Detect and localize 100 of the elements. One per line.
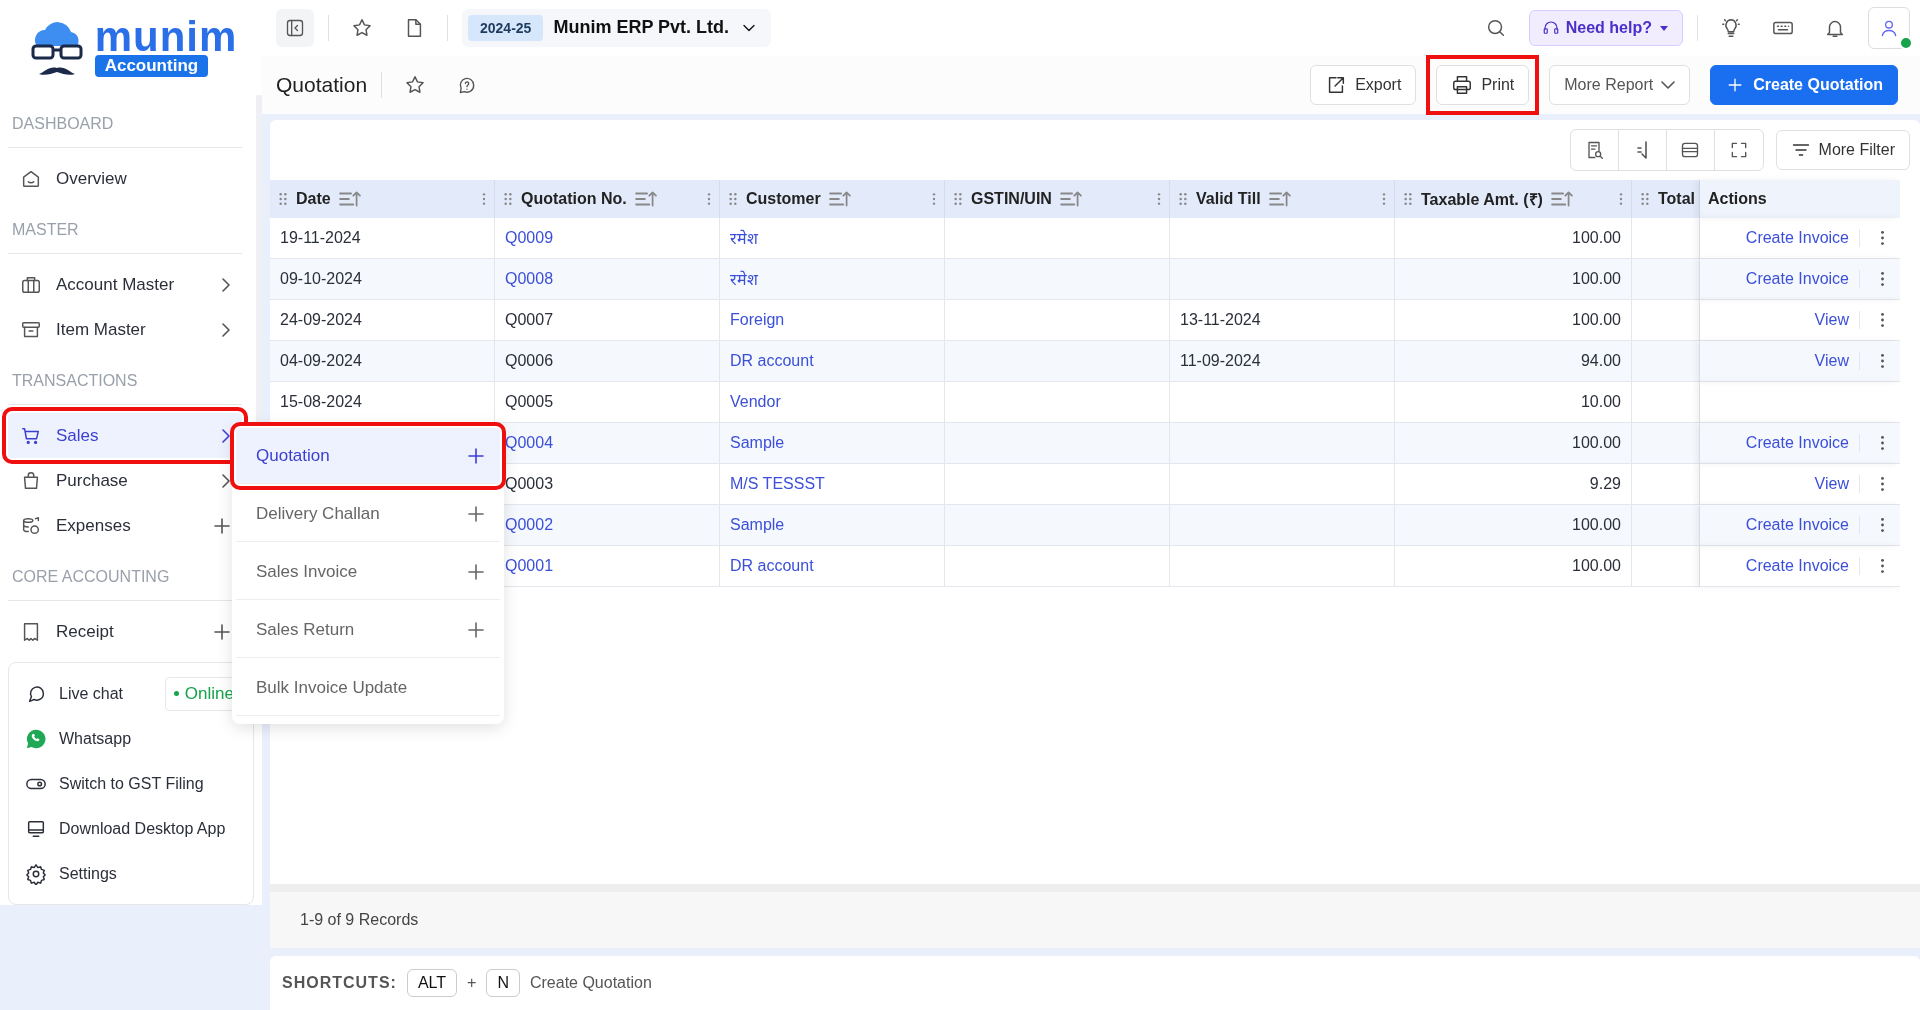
sidebar-item[interactable]: Account Master	[8, 262, 242, 307]
plus-icon	[214, 517, 230, 534]
column-header[interactable]: Quotation No.	[495, 179, 720, 218]
table-cell: 100.00	[1395, 258, 1632, 300]
sort-icon	[338, 190, 361, 207]
customer-link[interactable]: DR account	[720, 545, 945, 587]
column-header[interactable]: Taxable Amt. (₹)	[1395, 179, 1632, 218]
table-cell: 94.00	[1395, 340, 1632, 382]
customer-link[interactable]: रमेश	[720, 217, 945, 259]
row-action-link[interactable]: View	[1814, 474, 1860, 493]
sidebar-item[interactable]: Item Master	[8, 307, 242, 352]
sort-icon	[828, 190, 851, 207]
toolbar-button[interactable]: Export	[1310, 64, 1417, 105]
section-heading: TRANSACTIONS	[8, 352, 242, 405]
sidebar-item[interactable]: Overview	[8, 156, 242, 201]
quotation-link[interactable]: Q0008	[495, 258, 720, 300]
company-selector[interactable]: 2024-25 Munim ERP Pvt. Ltd.	[462, 8, 772, 47]
column-header[interactable]: Valid Till	[1170, 179, 1395, 218]
table-cell: 100.00	[1395, 545, 1632, 587]
user-avatar[interactable]	[1868, 6, 1910, 49]
kebab-icon	[1157, 191, 1161, 206]
kebab-icon	[1879, 516, 1885, 533]
column-header[interactable]: GSTIN/UIN	[945, 179, 1170, 218]
plus-icon	[468, 621, 484, 638]
customer-link[interactable]: Vendor	[720, 381, 945, 423]
drag-handle-icon	[1403, 191, 1413, 206]
help-link[interactable]: Switch to GST Filing	[9, 761, 253, 806]
kebab-icon	[1879, 229, 1885, 246]
submenu-item[interactable]: Sales Invoice	[236, 544, 500, 600]
year-badge: 2024-25	[468, 14, 544, 41]
kebab-icon	[1879, 434, 1885, 451]
table-cell	[1632, 381, 1700, 423]
submenu-item[interactable]: Delivery Challan	[236, 486, 500, 542]
table-cell: 100.00	[1395, 299, 1632, 341]
plus-icon	[468, 447, 484, 464]
chevron-icon	[222, 322, 230, 337]
kebab-icon	[707, 191, 711, 206]
help-button[interactable]: Need help?	[1528, 9, 1683, 46]
toolbar-button[interactable]: Print	[1436, 64, 1530, 105]
kebab-icon	[1619, 191, 1623, 206]
kebab-icon	[1879, 475, 1885, 492]
submenu-item[interactable]: Bulk Invoice Update	[236, 660, 500, 716]
customer-link[interactable]: Foreign	[720, 299, 945, 341]
row-action-link[interactable]: View	[1814, 351, 1860, 370]
quotation-link[interactable]: Q0009	[495, 217, 720, 259]
kebab-icon	[1382, 191, 1386, 206]
drag-handle-icon	[953, 191, 963, 206]
row-action-link[interactable]: Create Invoice	[1745, 269, 1860, 288]
help-link[interactable]: Download Desktop App	[9, 806, 253, 851]
star-icon	[404, 73, 427, 96]
sort-arrow-icon	[1636, 140, 1648, 159]
filter-button[interactable]: More Filter	[1775, 129, 1910, 170]
drag-handle-icon	[1640, 191, 1650, 206]
column-header[interactable]: Customer	[720, 179, 945, 218]
column-header: Actions	[1700, 179, 1900, 218]
row-action-link[interactable]: Create Invoice	[1745, 515, 1860, 534]
logo-wordmark: munim	[94, 18, 238, 55]
customer-link[interactable]: रमेश	[720, 258, 945, 300]
table-cell: 100.00	[1395, 504, 1632, 546]
row-action-link[interactable]: Create Invoice	[1745, 228, 1860, 247]
online-dot	[1899, 35, 1913, 50]
column-header[interactable]: Date	[270, 179, 495, 218]
sort-icon	[634, 190, 657, 207]
printer-icon	[1451, 73, 1474, 96]
chevron-icon	[222, 473, 230, 488]
table-cell: Q0005	[495, 381, 720, 423]
drag-handle-icon	[1178, 191, 1188, 206]
table-cell: 10.00	[1395, 381, 1632, 423]
kebab-icon	[1879, 557, 1885, 574]
column-header[interactable]: Total	[1632, 179, 1700, 218]
sort-icon	[1550, 190, 1573, 207]
customer-link[interactable]: Sample	[720, 504, 945, 546]
help-link[interactable]: Whatsapp	[9, 716, 253, 761]
whatsapp-icon	[25, 727, 47, 750]
table-cell: 19-11-2024	[270, 217, 495, 259]
customer-link[interactable]: DR account	[720, 340, 945, 382]
table-cell: 09-10-2024	[270, 258, 495, 300]
customer-link[interactable]: Sample	[720, 422, 945, 464]
customer-link[interactable]: M/S TESSST	[720, 463, 945, 505]
collapse-sidebar-button[interactable]	[276, 8, 314, 47]
kebab-icon	[1879, 270, 1885, 287]
row-action-link[interactable]: Create Invoice	[1745, 433, 1860, 452]
section-heading: DASHBOARD	[8, 95, 242, 148]
sidebar-collapse-icon	[285, 17, 305, 38]
kebab-icon	[1879, 311, 1885, 328]
row-action-link[interactable]: Create Invoice	[1745, 556, 1860, 575]
keyboard-key: N	[486, 969, 520, 998]
star-icon	[351, 16, 373, 39]
submenu-item[interactable]: Sales Return	[236, 602, 500, 658]
headset-icon	[1541, 18, 1560, 37]
lightbulb-icon	[1720, 16, 1742, 39]
kebab-icon	[932, 191, 936, 206]
table-cell: 24-09-2024	[270, 299, 495, 341]
dropdown-button[interactable]: More Report	[1549, 64, 1691, 105]
chevron-icon	[222, 277, 230, 292]
sort-icon	[1059, 190, 1082, 207]
help-link[interactable]: Settings	[9, 851, 253, 896]
row-action-link[interactable]: View	[1814, 310, 1860, 329]
settings-icon	[25, 862, 47, 885]
toolbar-button[interactable]: Create Quotation	[1710, 64, 1898, 105]
